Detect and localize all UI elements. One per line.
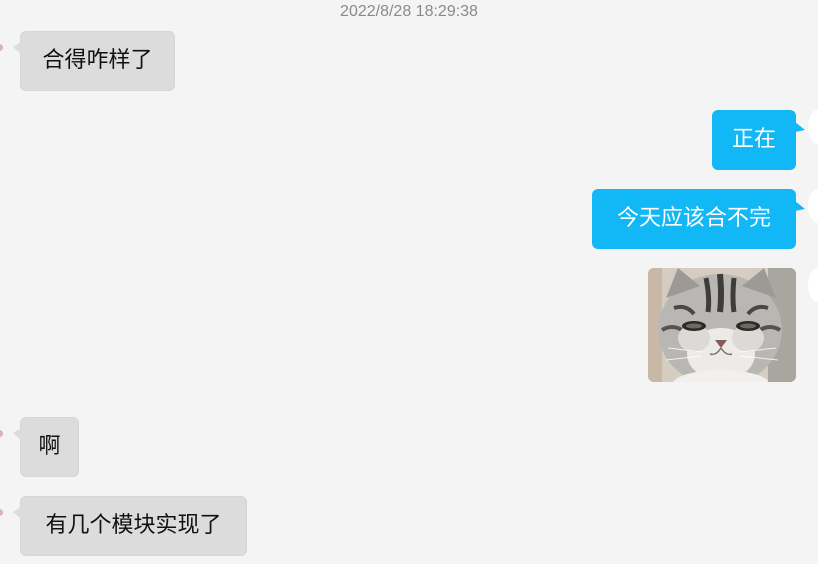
user-avatar[interactable] xyxy=(808,110,818,144)
message-text: 有几个模块实现了 xyxy=(45,513,222,538)
contact-avatar[interactable] xyxy=(0,44,3,51)
incoming-message-bubble[interactable]: 啊 xyxy=(13,417,79,477)
cat-photo-image xyxy=(648,268,796,382)
message-text: 正在 xyxy=(731,127,776,152)
message-text: 合得咋样了 xyxy=(42,48,153,73)
incoming-message-bubble[interactable]: 有几个模块实现了 xyxy=(13,496,247,556)
user-avatar[interactable] xyxy=(808,189,818,223)
message-text: 啊 xyxy=(38,434,61,459)
outgoing-message-bubble[interactable]: 今天应该合不完 xyxy=(592,189,805,249)
message-text: 今天应该合不完 xyxy=(616,206,771,231)
image-message[interactable] xyxy=(648,268,796,382)
message-timestamp: 2022/8/28 18:29:38 xyxy=(340,3,478,20)
contact-avatar[interactable] xyxy=(0,430,3,437)
incoming-message-bubble[interactable]: 合得咋样了 xyxy=(13,31,175,91)
chat-message-area: 2022/8/28 18:29:38 合得咋样了 正在 今天应该合不完 啊 有几… xyxy=(0,0,818,564)
user-avatar[interactable] xyxy=(808,268,818,302)
outgoing-message-bubble[interactable]: 正在 xyxy=(712,110,805,170)
contact-avatar[interactable] xyxy=(0,509,3,516)
